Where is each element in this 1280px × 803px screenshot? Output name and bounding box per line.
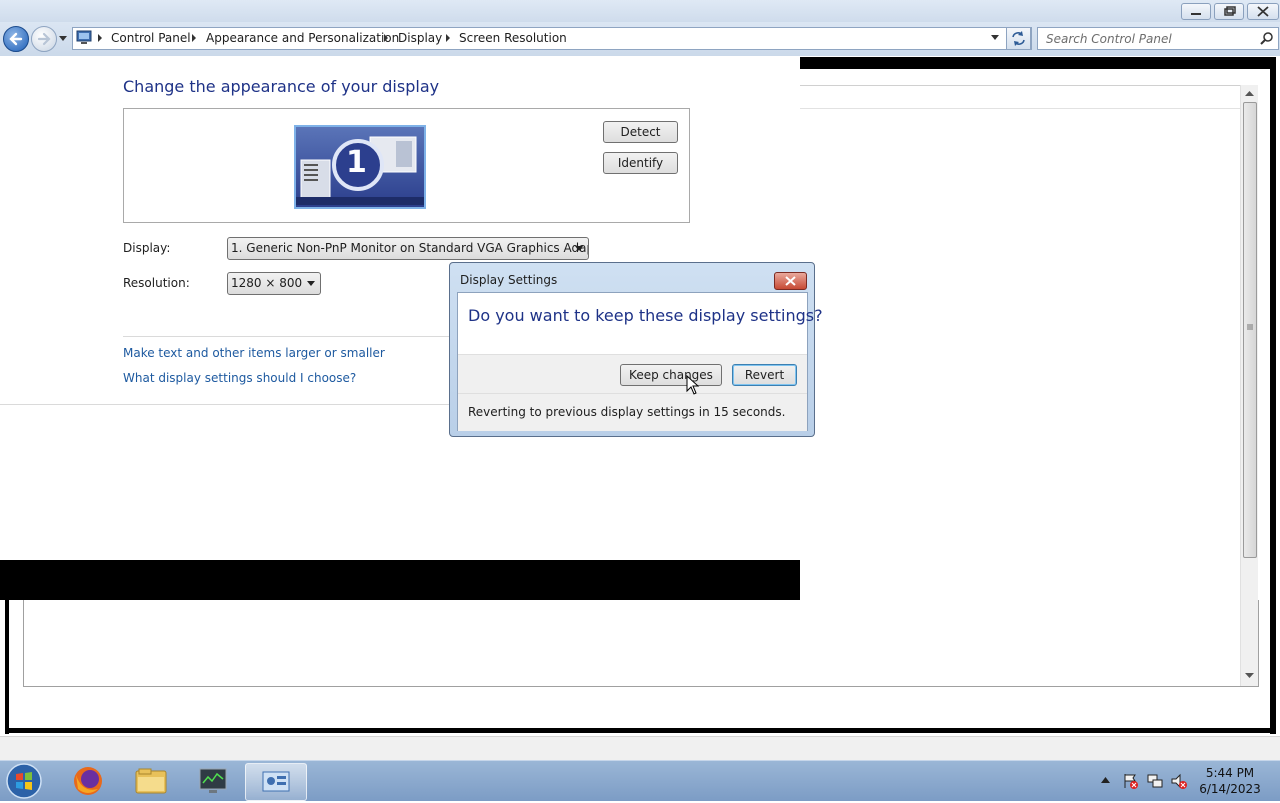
keep-changes-button[interactable]: Keep changes bbox=[620, 364, 722, 386]
breadcrumb-screen-resolution[interactable]: Screen Resolution bbox=[459, 31, 567, 45]
resolution-select[interactable]: 1280 × 800 bbox=[227, 272, 321, 295]
page-title: Change the appearance of your display bbox=[123, 77, 440, 96]
stray-window-header bbox=[800, 85, 1240, 109]
divider bbox=[458, 393, 807, 394]
display-settings-dialog: Display Settings Do you want to keep the… bbox=[449, 262, 823, 437]
detect-button[interactable]: Detect bbox=[603, 121, 678, 143]
control-panel-icon bbox=[76, 30, 92, 44]
taskbar: 5:44 PM 6/14/2023 bbox=[0, 760, 1280, 801]
control-panel-app-icon bbox=[262, 771, 290, 792]
forward-arrow-icon bbox=[37, 32, 51, 46]
vertical-scrollbar[interactable] bbox=[1240, 85, 1258, 686]
countdown-status: Reverting to previous display settings i… bbox=[468, 405, 786, 419]
windows-logo-icon bbox=[6, 763, 42, 799]
chevron-down-icon bbox=[575, 246, 583, 251]
resolution-label: Resolution: bbox=[123, 276, 190, 290]
close-icon bbox=[1257, 6, 1269, 17]
breadcrumb-separator bbox=[98, 34, 102, 42]
display-select[interactable]: 1. Generic Non-PnP Monitor on Standard V… bbox=[227, 237, 589, 260]
dialog-title: Display Settings bbox=[460, 273, 558, 287]
refresh-button[interactable] bbox=[1006, 27, 1031, 50]
scroll-grip-icon bbox=[1247, 324, 1253, 330]
scroll-down-icon[interactable] bbox=[1245, 673, 1254, 679]
restore-button[interactable] bbox=[1214, 3, 1244, 20]
monitor-number: 1 bbox=[346, 145, 367, 180]
refresh-icon bbox=[1012, 31, 1025, 46]
display-label: Display: bbox=[123, 241, 171, 255]
breadcrumb-separator bbox=[384, 34, 388, 42]
minimize-button[interactable] bbox=[1181, 3, 1211, 20]
scroll-up-icon[interactable] bbox=[1245, 91, 1254, 97]
breadcrumb-separator bbox=[192, 34, 196, 42]
breadcrumb-control-panel[interactable]: Control Panel bbox=[111, 31, 191, 45]
show-hidden-icons[interactable] bbox=[1101, 777, 1110, 784]
back-arrow-icon bbox=[9, 32, 23, 46]
clock-time[interactable]: 5:44 PM bbox=[1199, 766, 1261, 780]
monitor-app-icon bbox=[199, 768, 227, 793]
network-icon[interactable] bbox=[1146, 772, 1164, 790]
dialog-question: Do you want to keep these display settin… bbox=[468, 306, 823, 325]
divider bbox=[0, 404, 450, 405]
divider bbox=[123, 336, 450, 337]
text-size-link[interactable]: Make text and other items larger or smal… bbox=[123, 346, 385, 360]
taskbar-file-explorer[interactable] bbox=[121, 763, 181, 799]
mouse-cursor-icon bbox=[686, 375, 700, 395]
display-help-link[interactable]: What display settings should I choose? bbox=[123, 371, 356, 385]
restore-icon bbox=[1224, 6, 1236, 16]
stray-window-frame bbox=[5, 728, 1276, 733]
firefox-icon bbox=[74, 767, 102, 795]
resolution-select-value: 1280 × 800 bbox=[231, 276, 303, 290]
address-bar[interactable]: Control Panel Appearance and Personaliza… bbox=[72, 27, 1032, 50]
stray-window-frame bbox=[5, 600, 9, 734]
forward-button[interactable] bbox=[31, 26, 57, 52]
dialog-close-button[interactable] bbox=[774, 272, 807, 290]
dialog-button-area: Keep changes Revert Reverting to previou… bbox=[458, 354, 807, 431]
stray-window-frame bbox=[0, 560, 800, 600]
taskbar-task-manager[interactable] bbox=[183, 763, 243, 799]
window-title-bar bbox=[0, 0, 1280, 22]
identify-button[interactable]: Identify bbox=[603, 152, 678, 174]
monitor-1-thumbnail[interactable]: 1 bbox=[294, 125, 426, 209]
close-window-button[interactable] bbox=[1247, 3, 1279, 20]
stray-window-frame bbox=[800, 57, 1276, 69]
close-icon bbox=[785, 276, 796, 286]
chevron-down-icon bbox=[307, 281, 315, 286]
stray-window-frame bbox=[1270, 57, 1276, 734]
display-select-value: 1. Generic Non-PnP Monitor on Standard V… bbox=[231, 241, 589, 255]
search-input[interactable] bbox=[1044, 29, 1258, 49]
minimize-icon bbox=[1191, 13, 1201, 15]
volume-muted-icon[interactable] bbox=[1170, 772, 1188, 790]
action-center-flag-icon[interactable] bbox=[1122, 772, 1140, 790]
clock-date[interactable]: 6/14/2023 bbox=[1199, 782, 1261, 796]
breadcrumb-separator bbox=[446, 34, 450, 42]
window-status-bar bbox=[0, 736, 1280, 761]
search-box[interactable] bbox=[1037, 27, 1279, 50]
taskbar-control-panel[interactable] bbox=[245, 763, 307, 801]
scrollbar-thumb[interactable] bbox=[1243, 102, 1257, 558]
back-button[interactable] bbox=[3, 26, 29, 52]
start-button[interactable] bbox=[4, 762, 44, 800]
taskbar-firefox[interactable] bbox=[58, 763, 118, 799]
search-icon[interactable] bbox=[1260, 31, 1274, 45]
dialog-body: Do you want to keep these display settin… bbox=[457, 292, 823, 431]
address-dropdown-icon[interactable] bbox=[990, 34, 1000, 42]
breadcrumb-display[interactable]: Display bbox=[398, 31, 442, 45]
folder-icon bbox=[135, 768, 167, 794]
recent-pages-dropdown[interactable] bbox=[58, 35, 68, 43]
revert-button[interactable]: Revert bbox=[732, 364, 797, 386]
stray-window-panel bbox=[23, 600, 1259, 687]
breadcrumb-appearance[interactable]: Appearance and Personalization bbox=[206, 31, 399, 45]
